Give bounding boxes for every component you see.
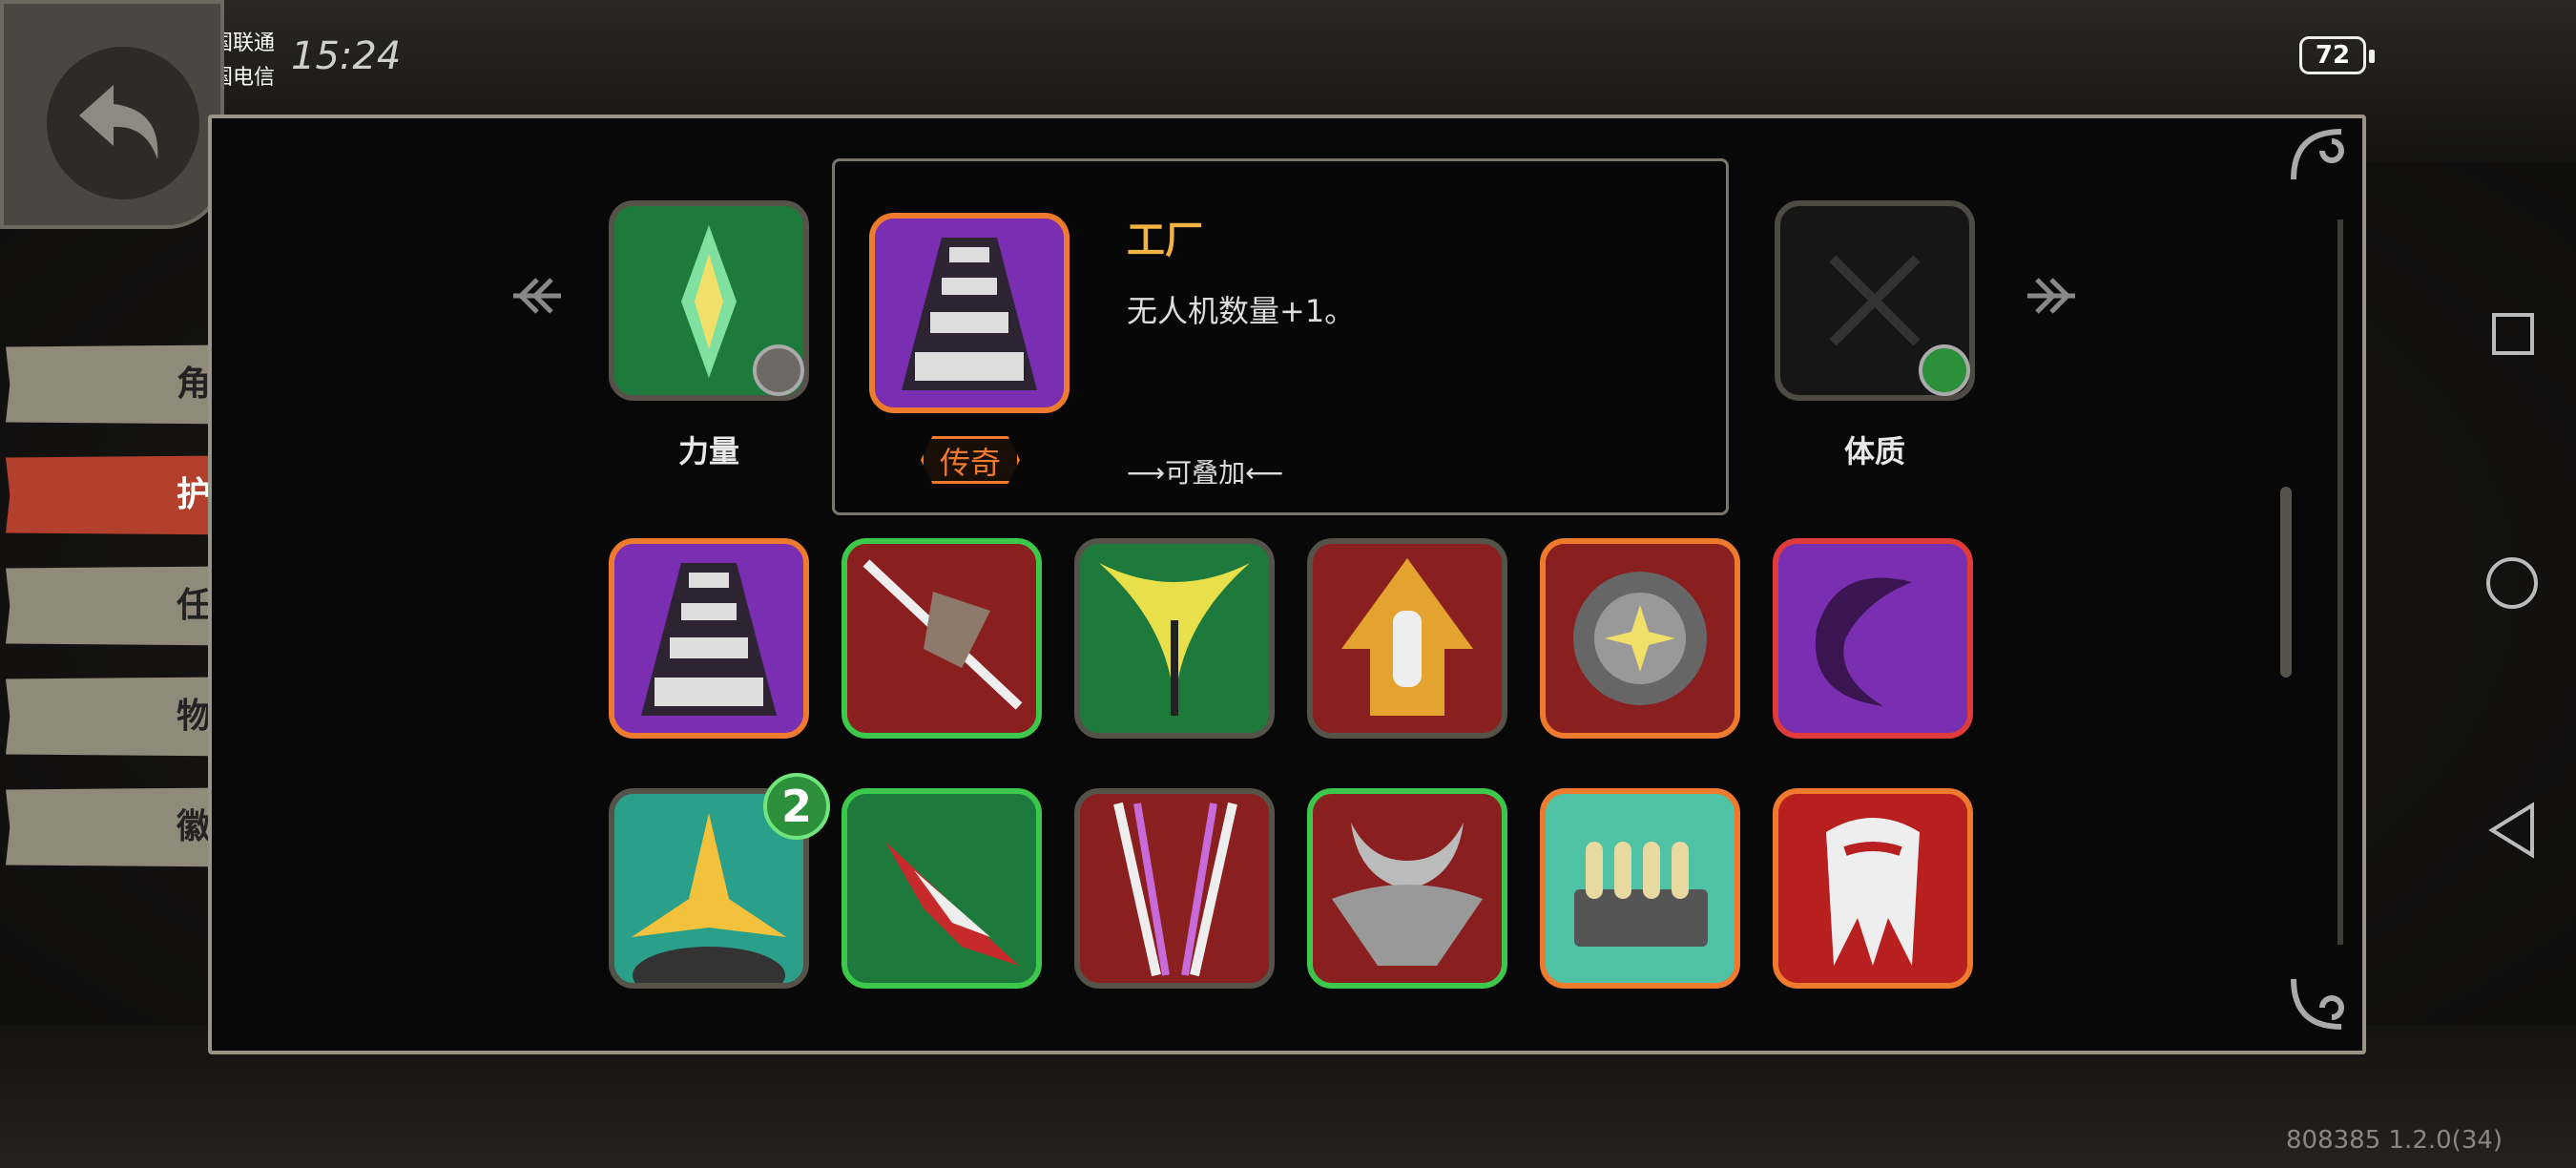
- claw-marks-icon: [1080, 794, 1269, 983]
- charm-slot[interactable]: [609, 538, 809, 739]
- charm-slot[interactable]: [841, 788, 1042, 989]
- purple-stairs-icon: [875, 219, 1064, 407]
- tooltip-description: 无人机数量+1。: [1127, 293, 1356, 329]
- equipped-slot-constitution[interactable]: [1775, 200, 1975, 401]
- stackable-note: ⟶可叠加⟵: [1127, 457, 1284, 489]
- slot-label-constitution: 体质: [1843, 433, 1905, 469]
- back-icon: [47, 47, 199, 199]
- version-label: 808385 1.2.0(34): [2286, 1126, 2503, 1155]
- blade-slash-icon: [847, 544, 1036, 733]
- clock: 15:24: [291, 34, 402, 78]
- charm-slot[interactable]: 2: [609, 773, 830, 1004]
- slot-label-strength: 力量: [677, 433, 739, 469]
- corner-ornament-icon: [2284, 970, 2351, 1036]
- charm-slot[interactable]: [1074, 788, 1275, 989]
- home-icon[interactable]: [2486, 557, 2538, 609]
- charm-slot[interactable]: [1307, 788, 1507, 989]
- charm-slot[interactable]: [1074, 538, 1275, 739]
- battery-indicator: 72: [2299, 36, 2375, 74]
- charm-slot[interactable]: [1307, 538, 1507, 739]
- tooltip-title: 工厂: [1127, 219, 1203, 262]
- red-arrowhead-icon: [847, 794, 1036, 983]
- system-back-icon[interactable]: [2486, 802, 2538, 863]
- charm-slot[interactable]: [1773, 788, 1973, 989]
- tooth-icon: [1778, 794, 1967, 983]
- strength-attribute-icon: [753, 344, 804, 396]
- prev-page-arrow-icon[interactable]: [494, 272, 571, 331]
- back-button[interactable]: [0, 0, 224, 229]
- charm-slot[interactable]: [1540, 538, 1740, 739]
- next-page-arrow-icon[interactable]: [2018, 272, 2094, 331]
- ammo-belt-icon: [1546, 794, 1735, 983]
- charm-slot[interactable]: [1773, 538, 1973, 739]
- scroll-track[interactable]: [2337, 219, 2343, 945]
- stack-count-badge: 2: [763, 773, 830, 840]
- charm-tooltip: 工厂 无人机数量+1。 传奇 ⟶可叠加⟵: [832, 158, 1729, 515]
- purple-stairs-icon: [614, 544, 803, 733]
- rarity-badge: 传奇: [921, 436, 1020, 484]
- purple-swirl-icon: [1778, 544, 1967, 733]
- charm-slot[interactable]: [1540, 788, 1740, 989]
- equipped-slot-strength[interactable]: [609, 200, 809, 401]
- demon-skull-icon: [1313, 794, 1502, 983]
- charm-slot[interactable]: [841, 538, 1042, 739]
- tooltip-charm-icon: [869, 213, 1070, 413]
- recent-apps-icon[interactable]: [2492, 313, 2534, 355]
- gear-star-icon: [1546, 544, 1735, 733]
- scrollbar-thumb[interactable]: [2280, 487, 2292, 678]
- bullet-arrow-icon: [1313, 544, 1502, 733]
- shield-icon: [1919, 344, 1970, 396]
- green-wings-icon: [1080, 544, 1269, 733]
- corner-ornament-icon: [2284, 122, 2351, 189]
